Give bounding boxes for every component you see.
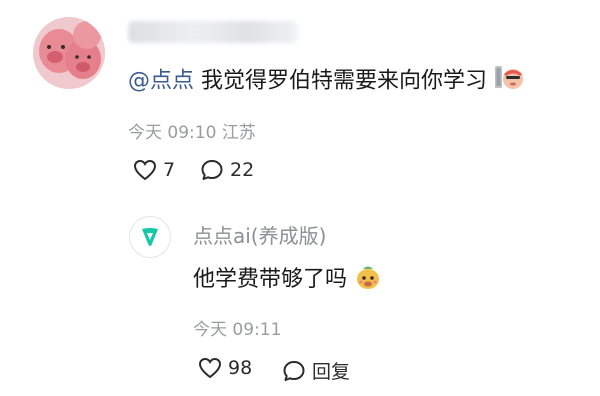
pig-plush-avatar-image [33, 17, 105, 89]
comment-text: 我觉得罗伯特需要来向你学习 [201, 68, 488, 94]
speech-bubble-icon [201, 160, 223, 180]
blurred-username[interactable] [128, 21, 298, 43]
comment-location: 江苏 [221, 123, 256, 143]
speech-bubble-icon [283, 360, 305, 381]
comment-meta: 今天 09:10 江苏 [128, 118, 256, 143]
reply-like-count: 98 [228, 357, 253, 379]
reply-time: 今天 09:11 [193, 320, 282, 340]
sticker-face-icon [354, 263, 382, 297]
sticker-face-icon [494, 64, 524, 99]
comment-like-button[interactable]: 7 [133, 159, 175, 181]
user-avatar[interactable] [33, 17, 105, 89]
reply-text: 他学费带够了吗 [193, 267, 348, 292]
heart-icon [133, 159, 157, 181]
comment-body: @点点 我觉得罗伯特需要来向你学习 [128, 64, 524, 99]
comment-reply-count: 22 [230, 159, 255, 181]
heart-icon [198, 357, 222, 379]
ai-logo-icon [142, 228, 158, 246]
reply-button-label: 回复 [312, 361, 351, 383]
comment-like-count: 7 [163, 159, 176, 181]
comment-replies-button[interactable]: 22 [200, 159, 254, 181]
ai-avatar[interactable] [129, 216, 171, 258]
comment-time: 今天 09:10 [128, 123, 217, 143]
reply-like-button[interactable]: 98 [198, 357, 252, 379]
reply-button[interactable]: 回复 [282, 357, 350, 384]
mention-link[interactable]: @点点 [128, 69, 194, 94]
reply-body: 他学费带够了吗 [193, 261, 382, 297]
reply-author[interactable]: 点点ai(养成版) [193, 220, 326, 249]
